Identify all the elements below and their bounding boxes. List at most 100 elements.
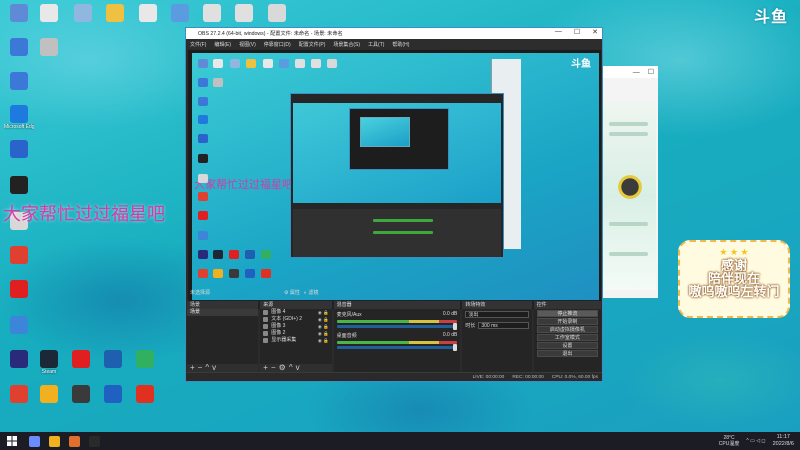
desktop-icon[interactable] xyxy=(66,350,96,369)
desktop-icon[interactable] xyxy=(4,4,34,23)
controls-dock: 控件 停止推流 开始录制 启动虚拟摄像机 工作室模式 设置 退出 xyxy=(533,301,601,373)
background-window[interactable]: — ☐ xyxy=(598,66,658,298)
clock-time: 11:17 xyxy=(776,434,790,440)
stop-streaming-button[interactable]: 停止推流 xyxy=(536,310,598,317)
mixer-track-name: 桌面音频 xyxy=(336,333,357,339)
transition-duration-row: 时长 300 ms xyxy=(462,320,531,331)
taskbar-app[interactable] xyxy=(64,432,84,450)
desktop-icon[interactable] xyxy=(100,4,130,23)
transition-duration-input[interactable]: 300 ms xyxy=(478,322,529,329)
app-icon xyxy=(72,385,90,403)
preview-app-icon xyxy=(245,268,255,278)
obs-window[interactable]: OBS 27.2.4 (64-bit, windows) - 配置文件: 未命名… xyxy=(185,27,603,382)
maximize-button[interactable]: ☐ xyxy=(574,28,580,36)
filters-tab[interactable]: ◐ 滤镜 xyxy=(304,289,318,298)
gear-icon[interactable]: ⚙ xyxy=(279,363,289,372)
visibility-lock-icon[interactable]: ◉ 🔒 xyxy=(318,316,329,323)
obs-titlebar[interactable]: OBS 27.2.4 (64-bit, windows) - 配置文件: 未命名… xyxy=(186,28,602,39)
taskbar-app[interactable] xyxy=(44,432,64,450)
source-label: 图像 3 xyxy=(271,323,286,329)
source-item[interactable]: 文本 (GDI+) 2 ◉ 🔒 xyxy=(260,316,331,323)
menu-tools[interactable]: 工具(T) xyxy=(368,41,384,48)
image-source-icon xyxy=(263,331,269,336)
volume-slider[interactable] xyxy=(336,323,458,330)
desktop-icon[interactable] xyxy=(68,4,98,23)
desktop-icon[interactable] xyxy=(4,38,34,57)
desktop-icon[interactable] xyxy=(133,4,163,23)
obs-window-title: OBS 27.2.4 (64-bit, windows) - 配置文件: 未命名… xyxy=(198,31,343,37)
minimize-button[interactable]: — xyxy=(555,28,562,36)
desktop-icon[interactable]: Microsoft Edge xyxy=(4,105,34,130)
desktop-icon[interactable] xyxy=(4,176,34,195)
start-virtual-camera-button[interactable]: 启动虚拟摄像机 xyxy=(536,326,598,333)
source-item[interactable]: 图像 4 ◉ 🔒 xyxy=(260,309,331,316)
clock[interactable]: 11:17 2022/8/6 xyxy=(773,434,794,448)
taskbar-app[interactable] xyxy=(84,432,104,450)
transition-type-select[interactable]: 淡出 xyxy=(465,311,529,318)
menu-edit[interactable]: 编辑(E) xyxy=(214,41,231,48)
add-source-icon[interactable]: + xyxy=(263,363,271,372)
tray-icons[interactable]: ^ ▭ ◁ ◻ xyxy=(746,438,765,444)
settings-button[interactable]: 设置 xyxy=(536,342,598,349)
menu-view[interactable]: 视图(V) xyxy=(239,41,256,48)
desktop-icon[interactable] xyxy=(34,4,64,23)
desktop-icon[interactable] xyxy=(4,280,34,299)
source-label: 显示器采集 xyxy=(271,337,297,343)
add-scene-icon[interactable]: + xyxy=(190,363,198,372)
taskbar-app[interactable] xyxy=(24,432,44,450)
start-recording-button[interactable]: 开始录制 xyxy=(536,318,598,325)
desktop-icon[interactable] xyxy=(130,385,160,404)
desktop-icon[interactable] xyxy=(98,350,128,369)
desktop-icon[interactable] xyxy=(165,4,195,23)
start-button[interactable] xyxy=(0,432,24,450)
desktop-icon[interactable]: Steam xyxy=(34,350,64,375)
move-up-icon[interactable]: ^ xyxy=(289,363,296,372)
menu-docks[interactable]: 停靠窗口(D) xyxy=(264,41,291,48)
menu-file[interactable]: 文件(F) xyxy=(190,41,206,48)
minimize-icon[interactable]: — xyxy=(633,69,640,76)
visibility-lock-icon[interactable]: ◉ 🔒 xyxy=(318,323,329,330)
app-icon xyxy=(10,176,28,194)
desktop-icon[interactable] xyxy=(229,4,259,23)
desktop-icon[interactable] xyxy=(262,4,292,23)
desktop-icon[interactable] xyxy=(130,350,160,369)
weather-widget[interactable]: 28°C CPU温度 xyxy=(719,435,740,447)
desktop-icon[interactable] xyxy=(34,385,64,404)
desktop-icon[interactable] xyxy=(4,350,34,369)
studio-mode-button[interactable]: 工作室模式 xyxy=(536,334,598,341)
visibility-lock-icon[interactable]: ◉ 🔒 xyxy=(318,330,329,337)
desktop-icon[interactable] xyxy=(4,316,34,335)
volume-slider[interactable] xyxy=(336,344,458,351)
thanks-sticker: ★ ★ ★ 感谢 陪伴现在 嗷呜嗷呜左转门 xyxy=(678,240,790,318)
exit-button[interactable]: 退出 xyxy=(536,350,598,357)
desktop-icon[interactable] xyxy=(34,38,64,57)
content-bar xyxy=(609,222,648,226)
desktop-icon[interactable] xyxy=(66,385,96,404)
source-item[interactable]: 图像 2 ◉ 🔒 xyxy=(260,330,331,337)
move-down-icon[interactable]: v xyxy=(296,363,303,372)
menu-scene-collection[interactable]: 场景集合(S) xyxy=(333,41,360,48)
desktop-icon[interactable] xyxy=(4,385,34,404)
properties-tab[interactable]: ⚙ 属性 xyxy=(284,289,300,298)
app-icon xyxy=(72,350,90,368)
desktop-icon[interactable] xyxy=(4,140,34,159)
desktop-icon[interactable] xyxy=(4,72,34,91)
preview-canvas[interactable]: 斗鱼 大家帮忙过过福星吧 xyxy=(192,53,599,308)
visibility-lock-icon[interactable]: ◉ 🔒 xyxy=(318,309,329,316)
source-item[interactable]: 显示器采集 ◉ 🔒 xyxy=(260,337,331,344)
desktop-icon[interactable] xyxy=(4,246,34,265)
remove-source-icon[interactable]: − xyxy=(271,363,279,372)
desktop-icon[interactable] xyxy=(98,385,128,404)
menu-profile[interactable]: 配置文件(P) xyxy=(299,41,326,48)
move-down-icon[interactable]: v xyxy=(212,363,219,372)
scene-item[interactable]: 场景 xyxy=(187,309,259,316)
menu-help[interactable]: 帮助(H) xyxy=(392,41,409,48)
source-label: 图像 2 xyxy=(271,330,286,336)
maximize-icon[interactable]: ☐ xyxy=(648,68,654,76)
rec-label: REC: xyxy=(512,374,524,380)
close-button[interactable]: ✕ xyxy=(592,28,598,36)
source-item[interactable]: 图像 3 ◉ 🔒 xyxy=(260,323,331,330)
visibility-lock-icon[interactable]: ◉ 🔒 xyxy=(318,337,329,344)
obs-preview[interactable]: 斗鱼 大家帮忙过过福星吧 xyxy=(188,50,601,309)
desktop-icon[interactable] xyxy=(197,4,227,23)
